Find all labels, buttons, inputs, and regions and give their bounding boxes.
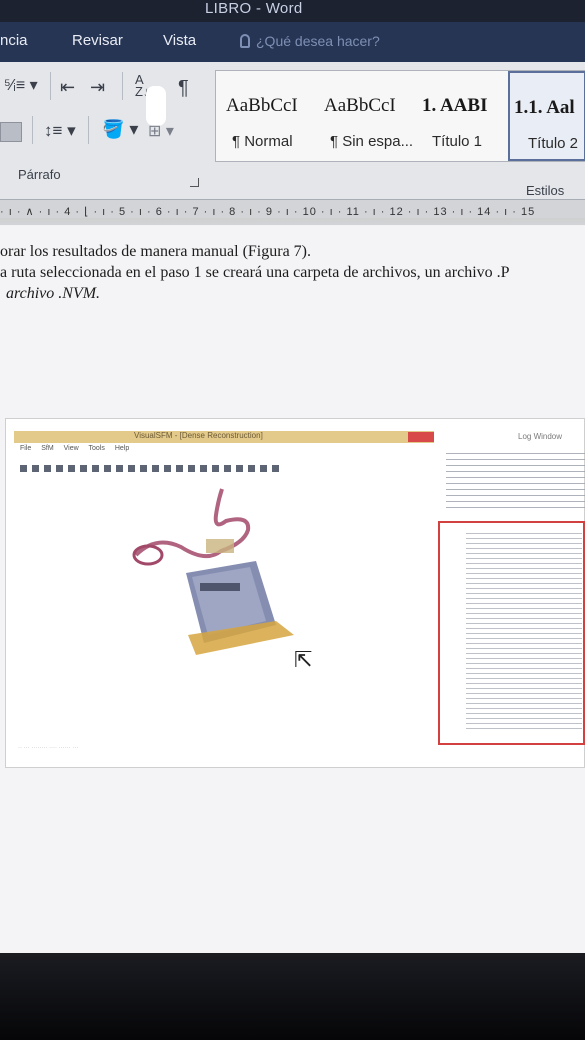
style-normal[interactable]: AaBbCcI ¶ Normal <box>216 71 316 161</box>
highlight-box <box>438 521 585 745</box>
log-window-title: Log Window <box>518 432 563 441</box>
lightbulb-icon <box>240 34 250 48</box>
styles-group-label: Estilos <box>526 183 565 198</box>
log-window: Log Window <box>438 427 585 757</box>
close-icon <box>408 432 434 442</box>
document-line-2: a ruta seleccionada en el paso 1 se crea… <box>0 264 510 281</box>
group-separator <box>88 116 89 144</box>
document-page[interactable]: orar los resultados de manera manual (Fi… <box>0 218 585 953</box>
visualsfm-title-bar: VisualSFM - [Dense Reconstruction] <box>14 431 434 443</box>
log-output <box>446 453 585 511</box>
cut-off-line <box>0 218 585 226</box>
window-title: LIBRO - Word <box>205 0 303 17</box>
monitor-bezel <box>0 953 585 1040</box>
style-name: Título 2 <box>528 135 579 152</box>
group-separator <box>50 72 51 100</box>
style-sin-espaciado[interactable]: AaBbCcI ¶ Sin espa... <box>314 71 414 161</box>
style-name: ¶ Normal <box>232 133 293 150</box>
styles-gallery: AaBbCcI ¶ Normal AaBbCcI ¶ Sin espa... 1… <box>215 70 585 162</box>
style-name: Título 1 <box>432 133 483 150</box>
menu-item: Tools <box>88 445 105 452</box>
tell-me-search[interactable]: ¿Qué desea hacer? <box>240 33 380 49</box>
style-sample: AaBbCcI <box>226 95 298 116</box>
document-line-1: orar los resultados de manera manual (Fi… <box>0 243 312 260</box>
figure-7-screenshot[interactable]: VisualSFM - [Dense Reconstruction] File … <box>5 418 585 768</box>
decrease-indent-icon[interactable]: ⇤ <box>60 78 75 96</box>
paragraph-group-label: Párrafo <box>18 167 61 182</box>
menu-item: Help <box>114 445 130 452</box>
menu-item: View <box>63 445 79 452</box>
tab-referencias[interactable]: ncia <box>0 32 28 49</box>
visualsfm-menu: File SfM View Tools Help <box>20 445 129 452</box>
align-justify-icon[interactable] <box>0 122 22 142</box>
highlighted-log-output <box>466 533 582 733</box>
line-spacing-icon[interactable]: ↕≡ ▾ <box>44 122 76 139</box>
style-sample: AaBbCcI <box>324 95 396 116</box>
show-marks-icon[interactable]: ¶ <box>178 78 189 98</box>
window-title-bar: LIBRO - Word <box>0 0 585 22</box>
tab-revisar[interactable]: Revisar <box>72 32 123 49</box>
style-titulo-2[interactable]: 1.1. Aal Título 2 <box>508 71 585 161</box>
ruler-ticks: · ı · ∧ · ı · 4 · ⌊ · ı · 5 · ı · 6 · ı … <box>0 206 536 218</box>
document-line-3: archivo .NVM. <box>6 285 101 302</box>
group-separator <box>122 72 123 100</box>
ribbon-tab-bar: ncia Revisar Vista ¿Qué desea hacer? <box>0 22 585 62</box>
shading-icon[interactable]: 🪣 ▾ <box>102 120 138 138</box>
style-name: ¶ Sin espa... <box>330 133 414 150</box>
visualsfm-title: VisualSFM - [Dense Reconstruction] <box>134 431 263 440</box>
style-sample: 1. AABI <box>422 95 488 116</box>
menu-item: SfM <box>41 445 54 452</box>
paragraph-dialog-launcher-icon[interactable] <box>190 178 199 187</box>
borders-icon[interactable]: ⊞ ▾ <box>148 124 174 140</box>
group-separator <box>32 116 33 144</box>
model-label-area <box>200 583 240 591</box>
tab-vista[interactable]: Vista <box>163 32 196 49</box>
visualsfm-toolbar <box>20 459 340 472</box>
style-titulo-1[interactable]: 1. AABI Título 1 <box>412 71 512 161</box>
tell-me-placeholder: ¿Qué desea hacer? <box>256 33 380 49</box>
multilevel-list-icon[interactable]: ⁵⁄ᵢ≡ ▾ <box>4 78 38 94</box>
dense-reconstruction-model <box>132 488 294 655</box>
sensor-top <box>206 539 234 553</box>
increase-indent-icon[interactable]: ⇥ <box>90 78 105 96</box>
style-sample: 1.1. Aal <box>514 97 575 118</box>
visualsfm-status-bar: ·· ··· ········ ···· ······ ··· <box>18 745 79 751</box>
menu-item: File <box>20 445 32 452</box>
ribbon-home-panel: ⁵⁄ᵢ≡ ▾ ⇤ ⇥ A Z↓ ¶ ↕≡ ▾ 🪣 ▾ ⊞ ▾ Párrafo Aa… <box>0 62 585 199</box>
mouse-cursor-icon: ⇱ <box>294 647 313 672</box>
glare-highlight <box>146 86 166 126</box>
